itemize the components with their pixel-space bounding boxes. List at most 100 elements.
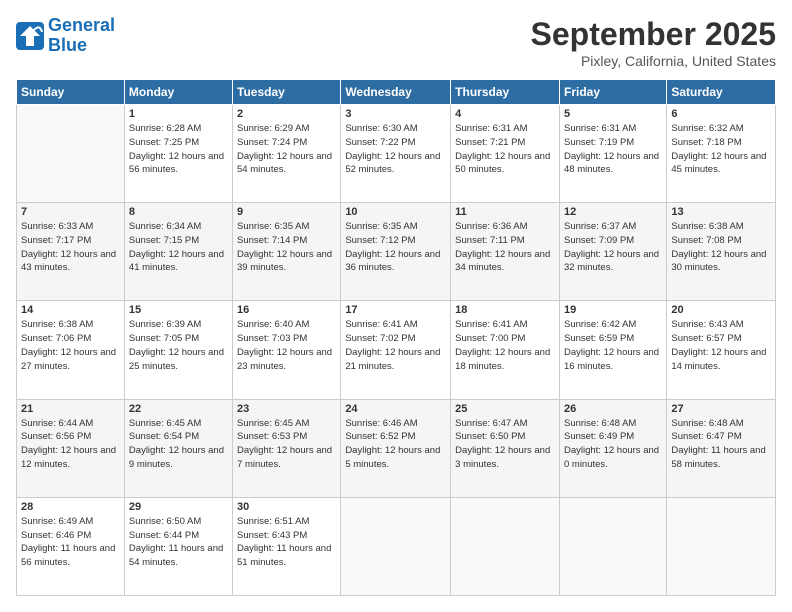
- day-number: 13: [671, 206, 771, 218]
- weekday-header-row: SundayMondayTuesdayWednesdayThursdayFrid…: [17, 80, 776, 105]
- day-number: 4: [455, 108, 555, 120]
- cell-info: Sunrise: 6:42 AMSunset: 6:59 PMDaylight:…: [564, 319, 659, 371]
- cell-info: Sunrise: 6:48 AMSunset: 6:49 PMDaylight:…: [564, 418, 659, 470]
- calendar-cell: [667, 497, 776, 595]
- day-number: 24: [345, 403, 446, 415]
- weekday-header-friday: Friday: [559, 80, 666, 105]
- cell-info: Sunrise: 6:38 AMSunset: 7:06 PMDaylight:…: [21, 319, 116, 371]
- cell-info: Sunrise: 6:38 AMSunset: 7:08 PMDaylight:…: [671, 221, 766, 273]
- header: General Blue September 2025 Pixley, Cali…: [16, 16, 776, 69]
- day-number: 15: [129, 304, 228, 316]
- calendar-cell: 21 Sunrise: 6:44 AMSunset: 6:56 PMDayligh…: [17, 399, 125, 497]
- cell-info: Sunrise: 6:39 AMSunset: 7:05 PMDaylight:…: [129, 319, 224, 371]
- calendar-cell: 23 Sunrise: 6:45 AMSunset: 6:53 PMDayligh…: [233, 399, 341, 497]
- cell-info: Sunrise: 6:46 AMSunset: 6:52 PMDaylight:…: [345, 418, 440, 470]
- calendar-cell: 3Sunrise: 6:30 AMSunset: 7:22 PMDaylight…: [341, 105, 451, 203]
- calendar-cell: [17, 105, 125, 203]
- calendar-cell: 22 Sunrise: 6:45 AMSunset: 6:54 PMDayligh…: [124, 399, 232, 497]
- main-title: September 2025: [531, 16, 776, 53]
- cell-info: Sunrise: 6:37 AMSunset: 7:09 PMDaylight:…: [564, 221, 659, 273]
- calendar-cell: [559, 497, 666, 595]
- day-number: 2: [237, 108, 336, 120]
- day-number: 6: [671, 108, 771, 120]
- cell-info: Sunrise: 6:48 AMSunset: 6:47 PMDaylight:…: [671, 418, 765, 470]
- calendar-cell: 27Sunrise: 6:48 AMSunset: 6:47 PMDayligh…: [667, 399, 776, 497]
- day-number: 16: [237, 304, 336, 316]
- calendar-cell: 19 Sunrise: 6:42 AMSunset: 6:59 PMDayligh…: [559, 301, 666, 399]
- cell-info: Sunrise: 6:49 AMSunset: 6:46 PMDaylight:…: [21, 516, 115, 568]
- calendar-cell: 7Sunrise: 6:33 AMSunset: 7:17 PMDaylight…: [17, 203, 125, 301]
- cell-info: Sunrise: 6:45 AMSunset: 6:54 PMDaylight:…: [129, 418, 224, 470]
- cell-info: Sunrise: 6:35 AMSunset: 7:12 PMDaylight:…: [345, 221, 440, 273]
- calendar-cell: 26Sunrise: 6:48 AMSunset: 6:49 PMDayligh…: [559, 399, 666, 497]
- day-number: 8: [129, 206, 228, 218]
- week-row-2: 7Sunrise: 6:33 AMSunset: 7:17 PMDaylight…: [17, 203, 776, 301]
- day-number: 11: [455, 206, 555, 218]
- weekday-header-saturday: Saturday: [667, 80, 776, 105]
- calendar-cell: 12 Sunrise: 6:37 AMSunset: 7:09 PMDayligh…: [559, 203, 666, 301]
- logo-icon: [16, 22, 44, 50]
- calendar-cell: 17Sunrise: 6:41 AMSunset: 7:02 PMDayligh…: [341, 301, 451, 399]
- cell-info: Sunrise: 6:50 AMSunset: 6:44 PMDaylight:…: [129, 516, 223, 568]
- calendar-cell: 9Sunrise: 6:35 AMSunset: 7:14 PMDaylight…: [233, 203, 341, 301]
- day-number: 25: [455, 403, 555, 415]
- day-number: 1: [129, 108, 228, 120]
- day-number: 23: [237, 403, 336, 415]
- day-number: 19: [564, 304, 662, 316]
- day-number: 9: [237, 206, 336, 218]
- weekday-header-tuesday: Tuesday: [233, 80, 341, 105]
- cell-info: Sunrise: 6:45 AMSunset: 6:53 PMDaylight:…: [237, 418, 332, 470]
- cell-info: Sunrise: 6:40 AMSunset: 7:03 PMDaylight:…: [237, 319, 332, 371]
- weekday-header-wednesday: Wednesday: [341, 80, 451, 105]
- title-block: September 2025 Pixley, California, Unite…: [531, 16, 776, 69]
- cell-info: Sunrise: 6:51 AMSunset: 6:43 PMDaylight:…: [237, 516, 331, 568]
- day-number: 30: [237, 501, 336, 513]
- day-number: 10: [345, 206, 446, 218]
- day-number: 14: [21, 304, 120, 316]
- day-number: 21: [21, 403, 120, 415]
- calendar-table: SundayMondayTuesdayWednesdayThursdayFrid…: [16, 79, 776, 596]
- calendar-cell: 2 Sunrise: 6:29 AMSunset: 7:24 PMDaylight…: [233, 105, 341, 203]
- calendar-cell: 30 Sunrise: 6:51 AMSunset: 6:43 PMDayligh…: [233, 497, 341, 595]
- calendar-cell: 6 Sunrise: 6:32 AMSunset: 7:18 PMDaylight…: [667, 105, 776, 203]
- week-row-5: 28Sunrise: 6:49 AMSunset: 6:46 PMDayligh…: [17, 497, 776, 595]
- calendar-cell: 4 Sunrise: 6:31 AMSunset: 7:21 PMDaylight…: [451, 105, 560, 203]
- calendar-cell: 10 Sunrise: 6:35 AMSunset: 7:12 PMDayligh…: [341, 203, 451, 301]
- calendar-cell: 24 Sunrise: 6:46 AMSunset: 6:52 PMDayligh…: [341, 399, 451, 497]
- weekday-header-sunday: Sunday: [17, 80, 125, 105]
- cell-info: Sunrise: 6:47 AMSunset: 6:50 PMDaylight:…: [455, 418, 550, 470]
- day-number: 22: [129, 403, 228, 415]
- week-row-3: 14 Sunrise: 6:38 AMSunset: 7:06 PMDayligh…: [17, 301, 776, 399]
- cell-info: Sunrise: 6:34 AMSunset: 7:15 PMDaylight:…: [129, 221, 224, 273]
- calendar-cell: 28Sunrise: 6:49 AMSunset: 6:46 PMDayligh…: [17, 497, 125, 595]
- logo-line2: Blue: [48, 35, 87, 55]
- calendar-cell: 5 Sunrise: 6:31 AMSunset: 7:19 PMDaylight…: [559, 105, 666, 203]
- cell-info: Sunrise: 6:32 AMSunset: 7:18 PMDaylight:…: [671, 123, 766, 175]
- calendar-cell: [341, 497, 451, 595]
- cell-info: Sunrise: 6:36 AMSunset: 7:11 PMDaylight:…: [455, 221, 550, 273]
- cell-info: Sunrise: 6:29 AMSunset: 7:24 PMDaylight:…: [237, 123, 332, 175]
- day-number: 5: [564, 108, 662, 120]
- calendar-cell: 20Sunrise: 6:43 AMSunset: 6:57 PMDayligh…: [667, 301, 776, 399]
- calendar-cell: 29Sunrise: 6:50 AMSunset: 6:44 PMDayligh…: [124, 497, 232, 595]
- logo-line1: General: [48, 15, 115, 35]
- calendar-cell: 18Sunrise: 6:41 AMSunset: 7:00 PMDayligh…: [451, 301, 560, 399]
- calendar-cell: 8 Sunrise: 6:34 AMSunset: 7:15 PMDaylight…: [124, 203, 232, 301]
- cell-info: Sunrise: 6:41 AMSunset: 7:02 PMDaylight:…: [345, 319, 440, 371]
- calendar-cell: 11 Sunrise: 6:36 AMSunset: 7:11 PMDayligh…: [451, 203, 560, 301]
- cell-info: Sunrise: 6:44 AMSunset: 6:56 PMDaylight:…: [21, 418, 116, 470]
- weekday-header-monday: Monday: [124, 80, 232, 105]
- subtitle: Pixley, California, United States: [531, 53, 776, 69]
- calendar-cell: 25 Sunrise: 6:47 AMSunset: 6:50 PMDayligh…: [451, 399, 560, 497]
- cell-info: Sunrise: 6:31 AMSunset: 7:21 PMDaylight:…: [455, 123, 550, 175]
- logo-text: General Blue: [48, 16, 115, 56]
- calendar-cell: 15 Sunrise: 6:39 AMSunset: 7:05 PMDayligh…: [124, 301, 232, 399]
- calendar-cell: 14 Sunrise: 6:38 AMSunset: 7:06 PMDayligh…: [17, 301, 125, 399]
- calendar-cell: 16 Sunrise: 6:40 AMSunset: 7:03 PMDayligh…: [233, 301, 341, 399]
- weekday-header-thursday: Thursday: [451, 80, 560, 105]
- day-number: 18: [455, 304, 555, 316]
- day-number: 12: [564, 206, 662, 218]
- cell-info: Sunrise: 6:31 AMSunset: 7:19 PMDaylight:…: [564, 123, 659, 175]
- calendar-cell: 1Sunrise: 6:28 AMSunset: 7:25 PMDaylight…: [124, 105, 232, 203]
- day-number: 7: [21, 206, 120, 218]
